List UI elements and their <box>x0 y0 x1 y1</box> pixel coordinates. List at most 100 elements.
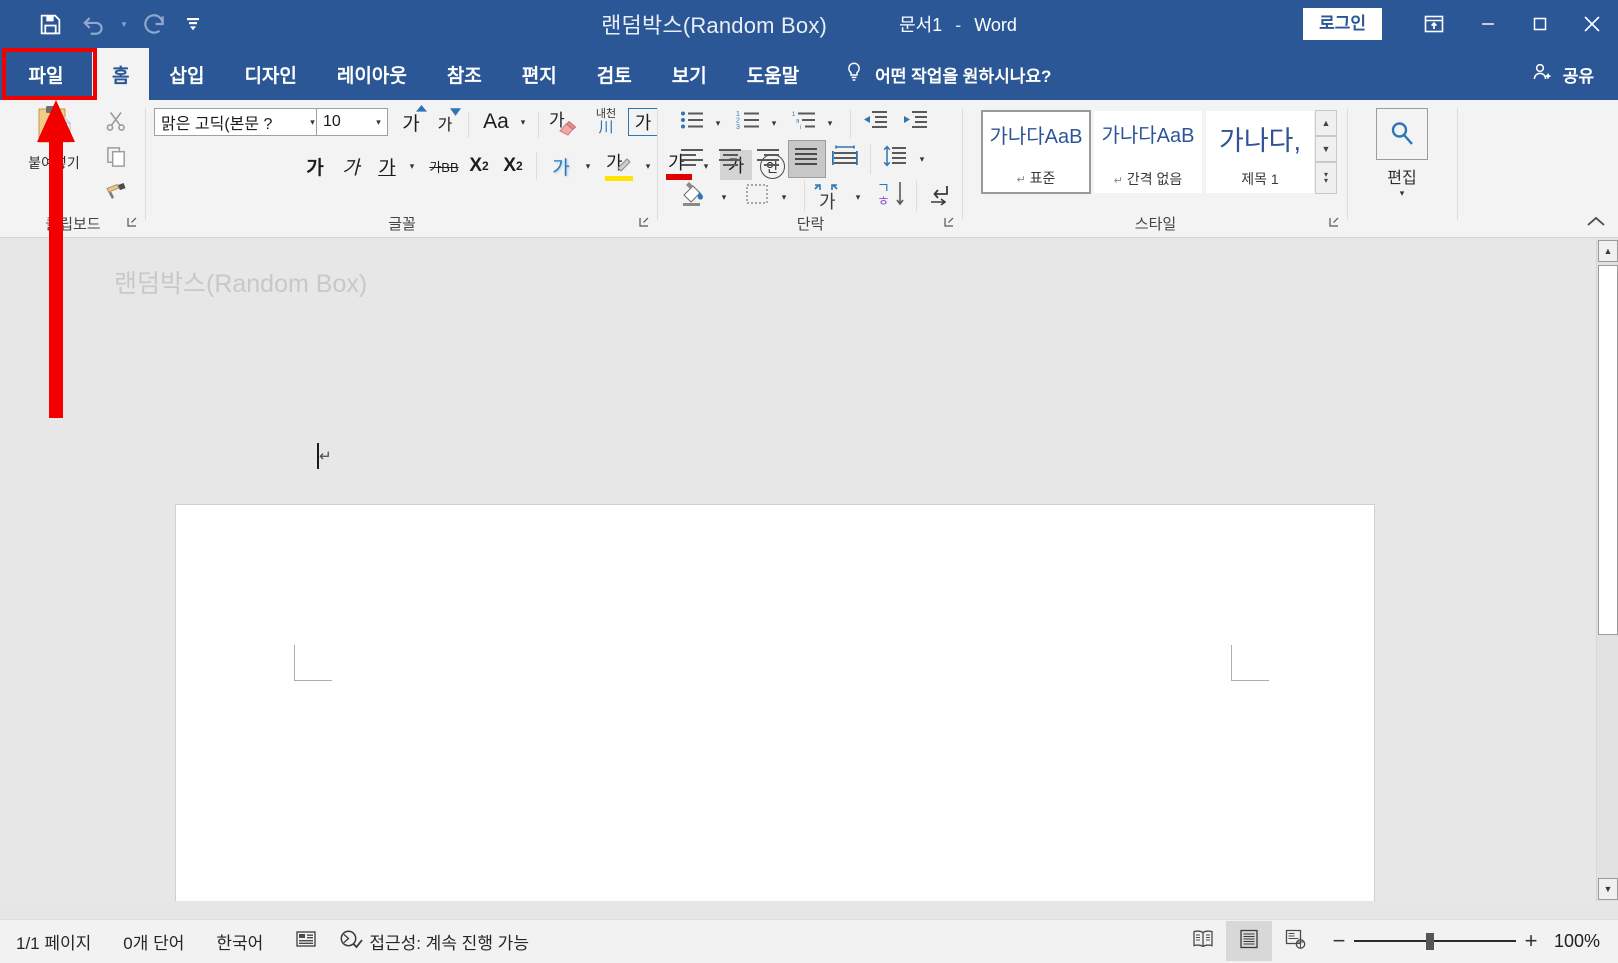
increase-indent-button[interactable] <box>898 108 932 138</box>
word-count[interactable]: 0개 단어 <box>107 929 200 954</box>
customize-qat-icon[interactable] <box>176 4 210 44</box>
tab-references[interactable]: 참조 <box>427 48 502 100</box>
zoom-level[interactable]: 100% <box>1552 931 1618 952</box>
text-effects-button[interactable]: 가 <box>544 150 578 182</box>
numbering-dropdown-icon[interactable]: ▾ <box>764 108 784 138</box>
close-button[interactable] <box>1566 0 1618 48</box>
clipboard-dialog-launcher[interactable] <box>126 216 142 232</box>
decrease-indent-button[interactable] <box>858 108 892 138</box>
underline-dropdown-icon[interactable]: ▾ <box>402 150 422 182</box>
paragraph-shading-button[interactable] <box>676 180 712 214</box>
paragraph-shading-dropdown-icon[interactable]: ▾ <box>714 182 734 212</box>
character-border-button[interactable]: 가 <box>628 108 658 136</box>
align-right-button[interactable] <box>752 144 786 176</box>
tab-file[interactable]: 파일 <box>0 48 92 100</box>
share-button[interactable]: 공유 <box>1531 48 1594 100</box>
redo-icon[interactable] <box>132 4 176 44</box>
justify-button[interactable] <box>788 140 826 178</box>
vertical-scrollbar[interactable]: ▲ ▼ <box>1596 239 1618 901</box>
multilevel-list-dropdown-icon[interactable]: ▾ <box>820 108 840 138</box>
zoom-in-button[interactable]: + <box>1516 928 1546 954</box>
style-item-normal[interactable]: 가나다AaB ↵ 표준 <box>981 110 1091 194</box>
proofing-status-button[interactable] <box>279 929 333 954</box>
undo-dropdown-icon[interactable]: ▾ <box>116 4 132 44</box>
font-size-input[interactable]: 10 ▾ <box>316 108 388 136</box>
font-name-input[interactable]: 맑은 고딕(본문 ? ▾ <box>154 108 322 136</box>
web-layout-button[interactable] <box>1272 921 1318 961</box>
scroll-up-button[interactable]: ▲ <box>1598 240 1618 262</box>
grow-font-button[interactable]: 가 <box>394 104 428 136</box>
tab-view[interactable]: 보기 <box>652 48 727 100</box>
read-mode-button[interactable] <box>1180 921 1226 961</box>
tab-help[interactable]: 도움말 <box>727 48 819 100</box>
tell-me-search[interactable]: 어떤 작업을 원하시나요? <box>843 48 1051 100</box>
chevron-down-icon[interactable]: ▾ <box>370 117 387 128</box>
save-icon[interactable] <box>28 4 72 44</box>
paste-dropdown-icon[interactable]: ▾ <box>52 173 57 184</box>
tab-insert[interactable]: 삽입 <box>149 48 224 100</box>
maximize-button[interactable] <box>1514 0 1566 48</box>
phonetic-guide-button[interactable]: 내천 川 <box>586 106 626 138</box>
document-canvas[interactable]: 랜덤박스(Random Box) ↵ <box>0 239 1618 901</box>
borders-button[interactable] <box>740 182 774 212</box>
asian-layout-button[interactable]: 가 <box>810 180 846 214</box>
bold-button[interactable]: 가 <box>300 150 330 182</box>
undo-icon[interactable] <box>72 4 116 44</box>
accessibility-status-button[interactable]: 접근성: 계속 진행 가능 <box>333 928 545 955</box>
collapse-ribbon-button[interactable] <box>1586 215 1606 233</box>
show-formatting-marks-button[interactable] <box>922 180 958 214</box>
zoom-slider[interactable] <box>1354 933 1516 950</box>
login-button[interactable]: 로그인 <box>1303 8 1382 40</box>
zoom-slider-thumb[interactable] <box>1426 933 1434 950</box>
tab-layout[interactable]: 레이아웃 <box>317 48 427 100</box>
borders-dropdown-icon[interactable]: ▾ <box>774 182 794 212</box>
italic-button[interactable]: 가 <box>336 150 366 182</box>
paste-button[interactable]: 붙여넣기 ▾ <box>14 104 94 184</box>
tab-review[interactable]: 검토 <box>577 48 652 100</box>
change-case-dropdown-icon[interactable]: ▾ <box>514 108 532 136</box>
format-painter-button[interactable] <box>96 176 136 210</box>
minimize-button[interactable] <box>1462 0 1514 48</box>
multilevel-list-button[interactable]: 1 a i <box>788 108 820 138</box>
tab-mailings[interactable]: 편지 <box>502 48 577 100</box>
shrink-font-button[interactable]: 가 <box>428 108 462 136</box>
editing-button[interactable]: 편집 ▾ <box>1364 108 1440 199</box>
asian-layout-dropdown-icon[interactable]: ▾ <box>848 182 868 212</box>
cut-button[interactable] <box>96 106 136 140</box>
bullets-dropdown-icon[interactable]: ▾ <box>708 108 728 138</box>
strikethrough-button[interactable]: 가BB <box>426 152 462 180</box>
sort-button[interactable]: ㄱ ㅎ <box>874 180 910 214</box>
bullets-button[interactable] <box>676 108 708 138</box>
styles-scroll-up-button[interactable]: ▲ <box>1315 110 1337 136</box>
copy-button[interactable] <box>96 142 136 176</box>
styles-more-button[interactable]: ▾ ▾ <box>1315 162 1337 194</box>
numbering-button[interactable]: 1 2 3 <box>732 108 764 138</box>
language-indicator[interactable]: 한국어 <box>200 929 279 954</box>
line-spacing-button[interactable] <box>878 142 912 176</box>
clear-formatting-button[interactable]: 가 <box>546 106 582 138</box>
highlight-dropdown-icon[interactable]: ▾ <box>638 150 658 182</box>
print-layout-button[interactable] <box>1226 921 1272 961</box>
paragraph-dialog-launcher[interactable] <box>943 216 959 232</box>
scrollbar-thumb[interactable] <box>1598 265 1618 635</box>
superscript-button[interactable]: X2 <box>498 150 528 182</box>
line-spacing-dropdown-icon[interactable]: ▾ <box>912 144 932 174</box>
align-left-button[interactable] <box>676 144 710 176</box>
zoom-out-button[interactable]: − <box>1324 928 1354 954</box>
scroll-down-button[interactable]: ▼ <box>1598 878 1618 900</box>
styles-dialog-launcher[interactable] <box>1328 216 1344 232</box>
editing-dropdown-icon[interactable]: ▾ <box>1400 188 1405 199</box>
tab-design[interactable]: 디자인 <box>224 48 316 100</box>
styles-scroll-down-button[interactable]: ▼ <box>1315 136 1337 162</box>
page-indicator[interactable]: 1/1 페이지 <box>0 929 107 954</box>
ribbon-display-options-icon[interactable] <box>1406 0 1462 48</box>
style-item-heading1[interactable]: 가나다, 제목 1 <box>1205 110 1315 194</box>
text-effects-dropdown-icon[interactable]: ▾ <box>578 150 598 182</box>
change-case-button[interactable]: Aa <box>476 108 516 136</box>
style-item-no-spacing[interactable]: 가나다AaB ↵ 간격 없음 <box>1093 110 1203 194</box>
highlight-button[interactable]: 가 <box>602 148 638 182</box>
underline-button[interactable]: 가 <box>372 150 402 182</box>
font-dialog-launcher[interactable] <box>638 216 654 232</box>
document-page[interactable] <box>175 504 1375 901</box>
tab-home[interactable]: 홈 <box>92 48 150 100</box>
